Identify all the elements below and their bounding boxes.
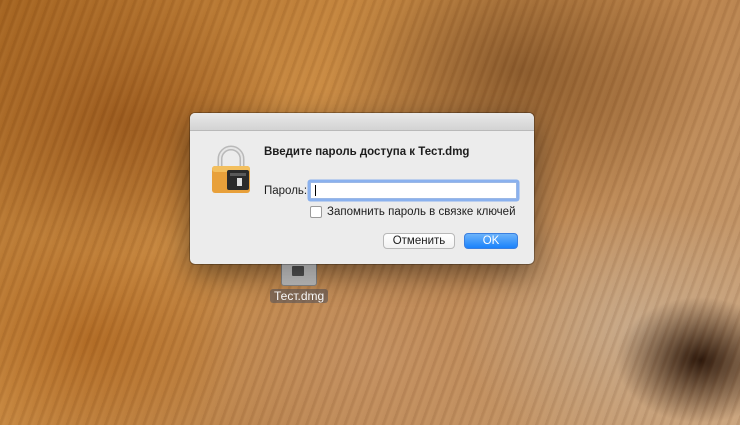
dialog-titlebar[interactable] (190, 113, 534, 131)
remember-password-checkbox[interactable] (310, 206, 322, 218)
password-label: Пароль: (264, 185, 308, 197)
remember-password-option[interactable]: Запомнить пароль в связке ключей (310, 206, 516, 218)
desktop-file-label: Тест.dmg (270, 289, 329, 303)
password-input[interactable] (310, 182, 517, 199)
text-caret (315, 185, 316, 196)
desktop-file-item[interactable]: Тест.dmg (270, 258, 329, 305)
ok-button[interactable]: OK (464, 233, 518, 249)
remember-password-label[interactable]: Запомнить пароль в связке ключей (327, 206, 516, 218)
dialog-title: Введите пароль доступа к Тест.dmg (264, 146, 470, 158)
cancel-button[interactable]: Отменить (383, 233, 455, 249)
password-dialog: Введите пароль доступа к Тест.dmg Пароль… (190, 113, 534, 264)
lock-icon (210, 145, 252, 195)
